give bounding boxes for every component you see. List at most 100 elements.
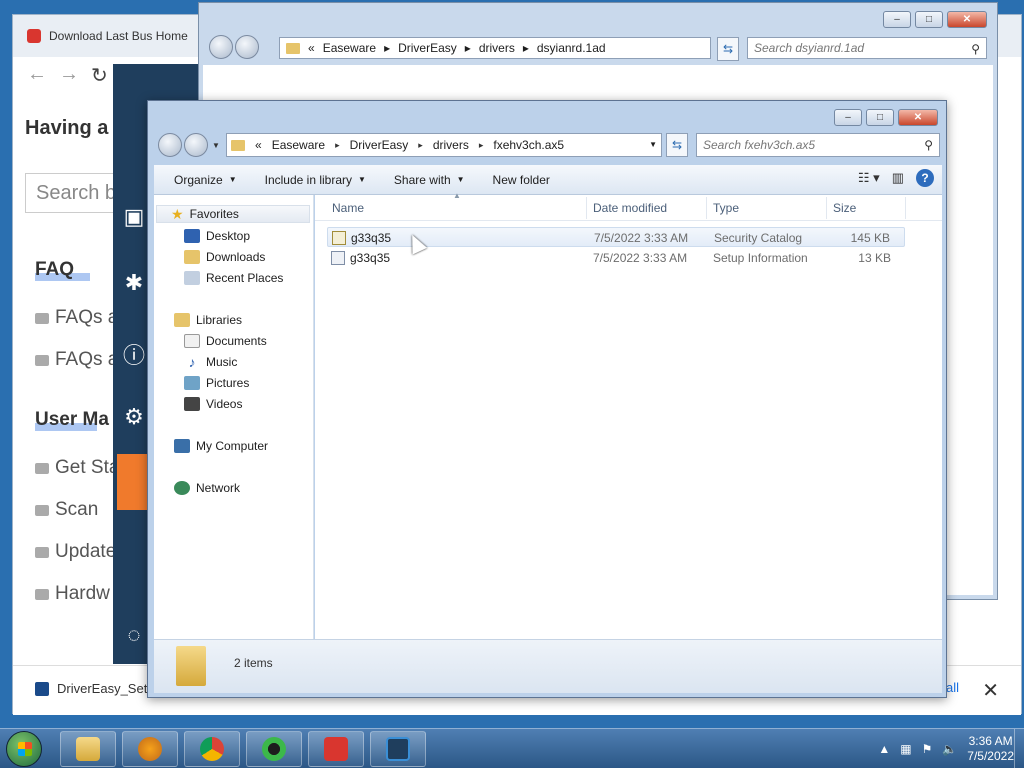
page-link[interactable]: FAQs a <box>35 307 118 329</box>
help-icon[interactable]: ? <box>916 169 934 187</box>
taskbar-app-green[interactable] <box>246 731 302 767</box>
preview-pane-icon[interactable]: ▥ <box>892 170 904 186</box>
nav-item-recent-places[interactable]: Recent Places <box>184 269 283 287</box>
scan-icon[interactable]: ▣ <box>119 204 149 234</box>
column-date-modified[interactable]: Date modified <box>593 201 667 215</box>
crumb[interactable]: Easeware <box>272 138 325 152</box>
network-tray-icon[interactable]: ▦ <box>900 742 911 756</box>
page-link[interactable]: Scan <box>35 499 98 521</box>
update-icon[interactable]: ✱ <box>119 270 149 300</box>
show-desktop-button[interactable] <box>1014 729 1024 768</box>
column-type[interactable]: Type <box>713 201 739 215</box>
nav-item-desktop[interactable]: Desktop <box>184 227 250 245</box>
clock[interactable]: 3:36 AM 7/5/2022 <box>967 734 1014 764</box>
search-icon[interactable]: ⚲ <box>924 138 933 152</box>
close-button[interactable]: ✕ <box>898 109 938 126</box>
column-divider[interactable] <box>586 197 587 219</box>
upgrade-banner[interactable] <box>117 454 147 510</box>
crumb[interactable]: DriverEasy <box>398 41 457 55</box>
address-bar[interactable]: « Easeware ▸ DriverEasy ▸ drivers ▸ fxehv3c… <box>226 133 662 157</box>
column-name[interactable]: Name <box>332 201 364 215</box>
forward-orb-icon[interactable] <box>235 35 259 59</box>
start-button[interactable] <box>6 731 42 767</box>
reload-icon[interactable]: ↻ <box>91 63 108 88</box>
crumb[interactable]: fxehv3ch.ax5 <box>493 138 564 152</box>
minimize-button[interactable]: – <box>834 109 862 126</box>
crumb-separator-icon: ▸ <box>478 139 484 150</box>
nav-item-documents[interactable]: Documents <box>184 332 267 350</box>
refresh-icon[interactable]: ⇆ <box>666 133 688 157</box>
nav-libraries[interactable]: Libraries <box>174 311 242 329</box>
item-count: 2 items <box>234 656 273 670</box>
column-header: ▲ Name Date modified Type Size <box>315 191 942 221</box>
file-explorer-icon <box>76 737 100 761</box>
page-link[interactable]: Get Sta <box>35 457 119 479</box>
nav-item-pictures[interactable]: Pictures <box>184 374 249 392</box>
taskbar-explorer[interactable] <box>60 731 116 767</box>
column-divider[interactable] <box>826 197 827 219</box>
crumb[interactable]: Easeware <box>323 41 376 55</box>
chat-icon[interactable]: ◌ <box>119 622 149 652</box>
volume-icon[interactable]: 🔈 <box>942 742 957 756</box>
nav-my-computer[interactable]: My Computer <box>174 437 268 455</box>
taskbar-game-app[interactable] <box>308 731 364 767</box>
nav-network[interactable]: Network <box>174 479 240 497</box>
link-label: FAQs a <box>55 349 119 370</box>
crumb[interactable]: DriverEasy <box>350 138 409 152</box>
page-link[interactable]: FAQs a <box>35 349 118 371</box>
column-divider[interactable] <box>706 197 707 219</box>
tools-icon[interactable]: ⚙ <box>119 404 149 434</box>
organize-button[interactable]: Organize ▼ <box>154 173 251 187</box>
crumb[interactable]: drivers <box>433 138 469 152</box>
forward-arrow-icon[interactable]: → <box>59 63 79 86</box>
nav-label: Favorites <box>189 207 239 221</box>
info-icon[interactable]: ⓘ <box>119 338 149 368</box>
address-dropdown-icon[interactable]: ▼ <box>649 140 657 149</box>
crumb[interactable]: drivers <box>479 41 515 55</box>
share-with-button[interactable]: Share with ▼ <box>380 173 479 187</box>
new-folder-button[interactable]: New folder <box>479 173 564 187</box>
section-faq: FAQ <box>35 259 90 281</box>
nav-item-downloads[interactable]: Downloads <box>184 248 265 266</box>
maximize-button[interactable]: □ <box>915 11 943 28</box>
file-type: Security Catalog <box>714 231 803 245</box>
nav-label: Documents <box>206 334 267 348</box>
refresh-icon[interactable]: ⇆ <box>717 37 739 61</box>
close-button[interactable]: ✕ <box>947 11 987 28</box>
taskbar-media-player[interactable] <box>122 731 178 767</box>
taskbar-driver-easy[interactable] <box>370 731 426 767</box>
browser-tab[interactable]: Download Last Bus Home <box>27 21 227 51</box>
forward-orb-icon[interactable] <box>184 133 208 157</box>
minimize-button[interactable]: – <box>883 11 911 28</box>
page-link[interactable]: Hardw <box>35 583 110 605</box>
back-orb-icon[interactable] <box>209 35 233 59</box>
nav-item-videos[interactable]: Videos <box>184 395 242 413</box>
crumb[interactable]: dsyianrd.1ad <box>537 41 606 55</box>
show-hidden-icons-icon[interactable]: ▲ <box>878 742 890 756</box>
search-input[interactable]: Search fxehv3ch.ax5 ⚲ <box>696 133 940 157</box>
folder-icon <box>176 646 206 686</box>
toolbar-right: ☷ ▾ ▥ ? <box>858 169 934 187</box>
include-in-library-button[interactable]: Include in library ▼ <box>251 173 380 187</box>
show-all-downloads-link[interactable]: all <box>946 680 959 695</box>
nav-favorites[interactable]: ★ Favorites <box>156 205 310 223</box>
close-icon[interactable]: ✕ <box>982 678 999 703</box>
tab-favicon-icon <box>27 29 41 43</box>
recent-pages-chevron-down-icon[interactable]: ▼ <box>212 141 220 150</box>
back-orb-icon[interactable] <box>158 133 182 157</box>
view-options-icon[interactable]: ☷ ▾ <box>858 170 880 186</box>
nav-label: Pictures <box>206 376 250 390</box>
taskbar-chrome[interactable] <box>184 731 240 767</box>
download-item[interactable]: DriverEasy_Set <box>35 681 147 696</box>
page-link[interactable]: Update <box>35 541 116 563</box>
address-bar[interactable]: « Easeware ▸ DriverEasy ▸ drivers ▸ dsyianr… <box>279 37 711 59</box>
search-icon[interactable]: ⚲ <box>971 42 980 56</box>
search-input[interactable]: Search dsyianrd.1ad ⚲ <box>747 37 987 59</box>
column-size[interactable]: Size <box>833 201 856 215</box>
file-date: 7/5/2022 3:33 AM <box>594 231 689 245</box>
flag-icon[interactable]: ⚑ <box>922 742 933 756</box>
nav-item-music[interactable]: ♪ Music <box>184 353 238 371</box>
back-arrow-icon[interactable]: ← <box>27 63 47 86</box>
maximize-button[interactable]: □ <box>866 109 894 126</box>
column-divider[interactable] <box>905 197 906 219</box>
